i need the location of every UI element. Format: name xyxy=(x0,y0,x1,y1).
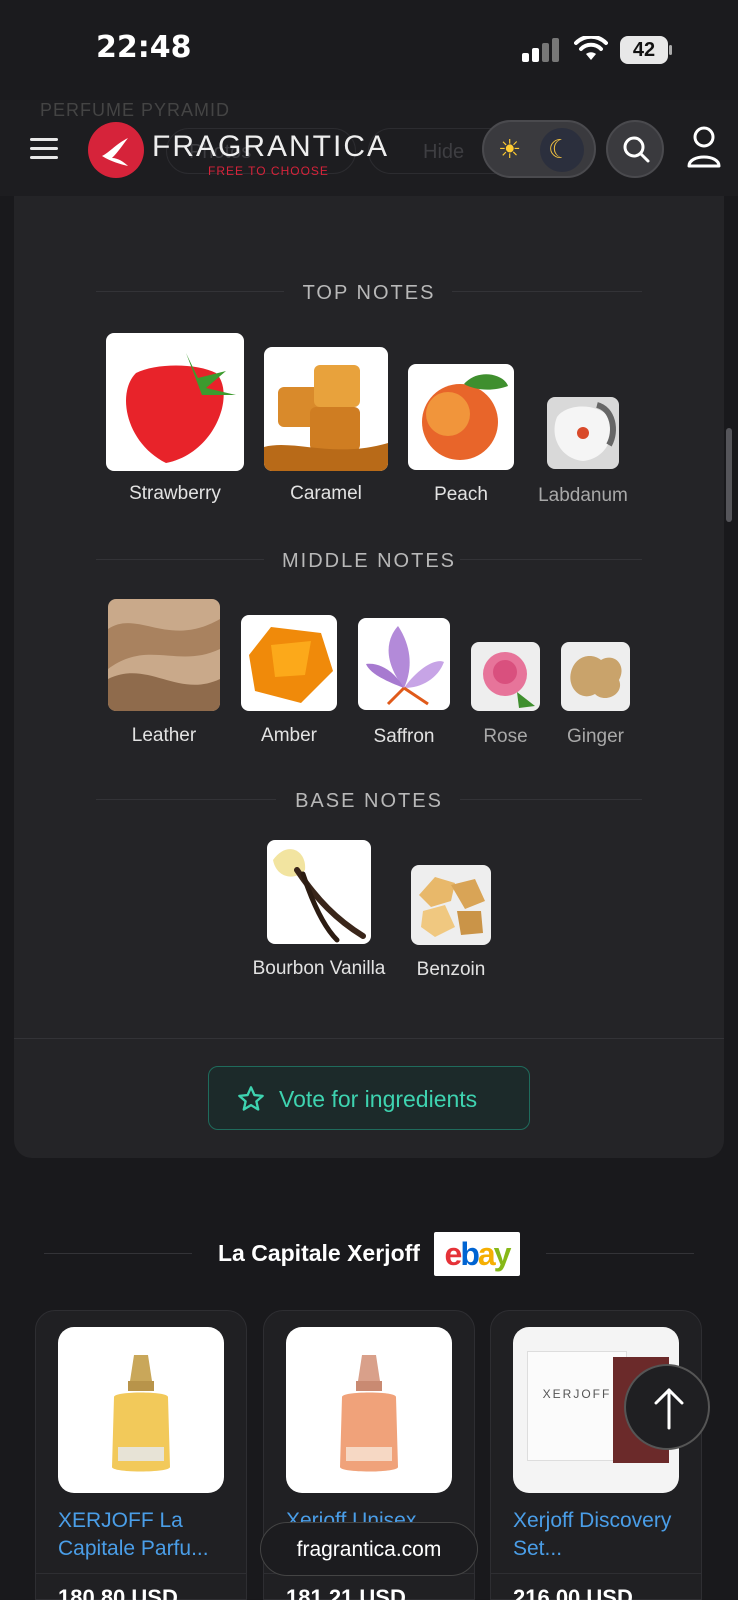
site-header: PERFUME PYRAMID Photos Hide FRAGRANTICA … xyxy=(0,100,738,196)
top-notes-title: TOP NOTES xyxy=(302,282,436,304)
theme-toggle[interactable]: ☀ ☾ xyxy=(482,120,596,178)
scroll-to-top-button[interactable] xyxy=(624,1364,710,1450)
product-price: 216.00 USD xyxy=(513,1585,633,1600)
card-divider xyxy=(14,1038,724,1039)
product-price: 181.21 USD xyxy=(286,1585,406,1600)
note-bourbon-vanilla[interactable]: Bourbon Vanilla xyxy=(253,840,385,979)
address-bar[interactable]: fragrantica.com xyxy=(260,1522,478,1576)
battery-level: 42 xyxy=(632,39,656,61)
wifi-icon xyxy=(574,36,608,60)
search-icon xyxy=(623,136,650,163)
labdanum-image xyxy=(547,397,619,469)
product-title[interactable]: Xerjoff Discovery Set... xyxy=(513,1507,693,1563)
note-leather[interactable]: Leather xyxy=(108,599,220,746)
ginger-image xyxy=(561,642,630,711)
product-card[interactable]: XERJOFF Xerjoff Discovery Set... 216.00 … xyxy=(490,1310,702,1600)
vote-for-ingredients-button[interactable]: Vote for ingredients xyxy=(208,1066,530,1130)
product-image-brand: XERJOFF xyxy=(542,1387,612,1401)
amber-image xyxy=(241,615,337,711)
product-card[interactable]: XERJOFF La Capitale Parfu... 180.80 USD xyxy=(35,1310,247,1600)
brand-slogan: FREE TO CHOOSE xyxy=(208,164,329,178)
base-notes-title: BASE NOTES xyxy=(295,790,443,812)
product-image[interactable] xyxy=(58,1327,224,1493)
vote-button-label: Vote for ingredients xyxy=(279,1086,478,1112)
ghost-section-heading: PERFUME PYRAMID xyxy=(40,100,231,120)
battery-icon: 42 xyxy=(620,36,672,64)
caramel-image xyxy=(264,347,388,471)
page-scrollbar[interactable] xyxy=(726,428,732,522)
note-amber[interactable]: Amber xyxy=(241,615,337,746)
brand-name[interactable]: FRAGRANTICA xyxy=(152,130,389,164)
user-icon[interactable] xyxy=(686,126,722,168)
note-benzoin[interactable]: Benzoin xyxy=(411,865,491,980)
product-title[interactable]: XERJOFF La Capitale Parfu... xyxy=(58,1507,238,1563)
vanilla-image xyxy=(267,840,371,944)
sun-icon: ☀ xyxy=(498,134,522,164)
note-caramel[interactable]: Caramel xyxy=(264,347,388,504)
leather-image xyxy=(108,599,220,711)
menu-icon[interactable] xyxy=(30,138,58,160)
clock: 22:48 xyxy=(96,30,192,65)
cellular-signal-icon xyxy=(522,38,562,62)
ebay-logo[interactable]: ebay xyxy=(434,1232,520,1276)
product-price: 180.80 USD xyxy=(58,1585,178,1600)
strawberry-image xyxy=(106,333,244,471)
middle-notes-title: MIDDLE NOTES xyxy=(281,550,457,572)
note-ginger[interactable]: Ginger xyxy=(561,642,630,747)
arrow-up-icon xyxy=(654,1388,684,1430)
note-strawberry[interactable]: Strawberry xyxy=(106,333,244,504)
product-image[interactable] xyxy=(286,1327,452,1493)
moon-icon: ☾ xyxy=(548,134,572,164)
theme-toggle-knob: ☾ xyxy=(540,128,584,172)
hummingbird-logo-icon[interactable] xyxy=(88,122,144,178)
star-icon xyxy=(238,1086,264,1111)
benzoin-image xyxy=(411,865,491,945)
status-bar: 22:48 42 xyxy=(0,0,738,100)
note-rose[interactable]: Rose xyxy=(471,642,540,747)
search-button[interactable] xyxy=(606,120,664,178)
note-peach[interactable]: Peach xyxy=(408,364,514,505)
note-labdanum[interactable]: Labdanum xyxy=(538,397,628,506)
note-saffron[interactable]: Saffron xyxy=(358,618,450,747)
saffron-image xyxy=(358,618,450,710)
peach-image xyxy=(408,364,514,470)
ebay-section-title: La Capitale Xerjoff xyxy=(218,1240,420,1266)
rose-image xyxy=(471,642,540,711)
